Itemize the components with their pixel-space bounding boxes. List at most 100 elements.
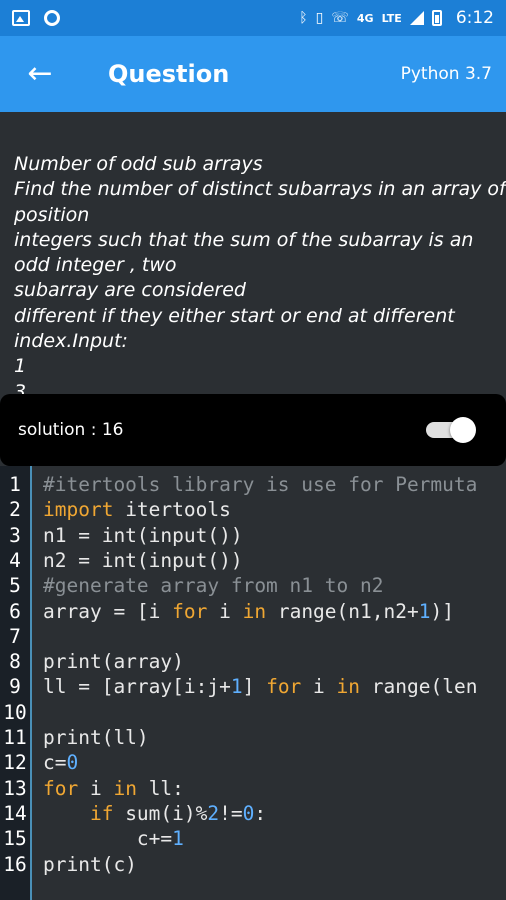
question-line: Find the number of distinct subarrays in… [14,178,506,201]
code-line[interactable]: 8 print(array) [0,649,506,674]
code-text: print(ll) [43,725,149,750]
solution-label: solution : 16 [18,420,124,440]
code-comment: #itertools library is use for Permuta [43,473,478,496]
line-number: 11 [3,726,27,749]
status-time: 6:12 [455,8,494,28]
code-token: ll = [array[i:j+ [43,675,231,699]
code-number: 1 [418,599,431,623]
line-number: 3 [9,523,21,547]
code-line[interactable]: 3 n1 = int(input()) [0,523,506,548]
code-token: i [207,599,243,623]
question-text[interactable]: Number of odd sub arrays Find the number… [0,112,506,394]
code-text: ll = [array[i:j+1] for i in range(len [43,674,477,699]
question-line: index.Input: [14,330,128,353]
call-icon: ☏ [331,10,349,26]
code-token: range(len [360,675,478,699]
code-line[interactable]: 6 array = [i for i in range(n1,n2+1)] [0,599,506,624]
code-line[interactable]: 10 [0,700,506,725]
code-token: range(n1,n2+ [266,599,419,623]
lte-label: LTE [381,11,402,25]
code-keyword: for [266,675,302,699]
question-line: 3 [14,380,27,394]
code-line[interactable]: 15 c+=1 [0,826,506,851]
code-text: n1 = int(input()) [43,523,243,548]
code-token: n1 = int(input()) [43,523,243,547]
code-text: n2 = int(input()) [43,548,243,573]
code-line[interactable]: 12 c=0 [0,750,506,775]
image-icon [12,10,30,26]
line-number: 1 [9,473,21,496]
line-number: 8 [9,650,21,674]
code-token: print(array) [43,650,184,674]
toggle-knob [450,417,476,443]
vibrate-icon: ▯ [315,10,324,26]
solution-bar: solution : 16 [0,394,506,466]
code-number: 1 [230,675,243,699]
code-line[interactable]: 9 ll = [array[i:j+1] for i in range(len [0,674,506,699]
code-line[interactable]: 14 if sum(i)%2!=0: [0,801,506,826]
code-token: != [219,801,243,825]
code-keyword: in [113,776,137,800]
code-token: array = [i [43,599,173,623]
code-token: print(ll) [43,726,149,749]
status-bar: ᛒ ▯ ☏ 4G LTE 6:12 [0,0,506,36]
code-keyword: in [336,675,361,699]
code-text: #generate array from n1 to n2 [43,573,383,598]
line-number: 10 [3,700,27,724]
code-text: print(c) [43,852,137,877]
app-bar: ← Question Python 3.7 [0,36,506,112]
line-number: 7 [9,624,21,648]
line-number: 9 [9,675,21,699]
page-title: Question [108,60,230,88]
line-number: 2 [9,498,21,522]
code-text: import itertools [43,497,231,522]
code-token: )] [430,599,454,623]
status-right: ᛒ ▯ ☏ 4G LTE 6:12 [299,8,494,28]
code-text: for i in ll: [43,776,184,801]
back-button[interactable]: ← [0,36,80,112]
code-line[interactable]: 13 for i in ll: [0,776,506,801]
code-text: print(array) [43,649,184,674]
code-token: : [254,801,267,825]
arrow-left-icon: ← [27,56,53,91]
code-keyword: for [43,776,79,800]
solution-toggle[interactable] [424,417,476,443]
line-number: 12 [3,751,27,775]
code-text: #itertools library is use for Permuta [43,472,477,497]
code-line[interactable]: 2 import itertools [0,497,506,522]
code-keyword: import [43,498,114,522]
line-number: 4 [9,548,21,572]
code-text: c+=1 [43,826,184,851]
code-line[interactable]: 7 [0,624,506,649]
code-keyword: in [242,599,267,623]
line-number: 14 [3,801,27,825]
status-left [12,10,60,26]
network-type: 4G [356,11,374,25]
code-token: n2 = int(input()) [43,548,243,572]
code-line[interactable]: 1 #itertools library is use for Permuta [0,472,506,497]
bluetooth-icon: ᛒ [299,10,308,26]
question-line: subarray are considered [14,279,246,302]
code-token: i [78,776,114,800]
line-number: 13 [3,776,27,800]
question-line: different if they either start or end at… [14,304,455,327]
question-line: odd integer , two [14,254,177,277]
line-number: 16 [3,852,27,876]
code-token: print(c) [43,852,137,876]
line-number: 5 [9,574,21,598]
code-comment: #generate array from n1 to n2 [43,574,384,598]
question-line: 1 [14,355,27,378]
question-line: integers such that the sum of the subarr… [14,228,474,251]
code-text: if sum(i)%2!=0: [43,801,266,826]
line-number: 15 [3,827,27,851]
question-line: position [14,203,90,226]
code-line[interactable]: 4 n2 = int(input()) [0,548,506,573]
code-line[interactable]: 16 print(c) [0,852,506,877]
code-token: i [301,675,337,699]
code-line[interactable]: 5 #generate array from n1 to n2 [0,573,506,598]
code-number: 0 [242,801,255,825]
language-label[interactable]: Python 3.7 [401,64,492,84]
code-editor[interactable]: 1 #itertools library is use for Permuta 2 i… [0,466,506,900]
code-line[interactable]: 11 print(ll) [0,725,506,750]
question-line: Number of odd sub arrays [14,153,263,175]
